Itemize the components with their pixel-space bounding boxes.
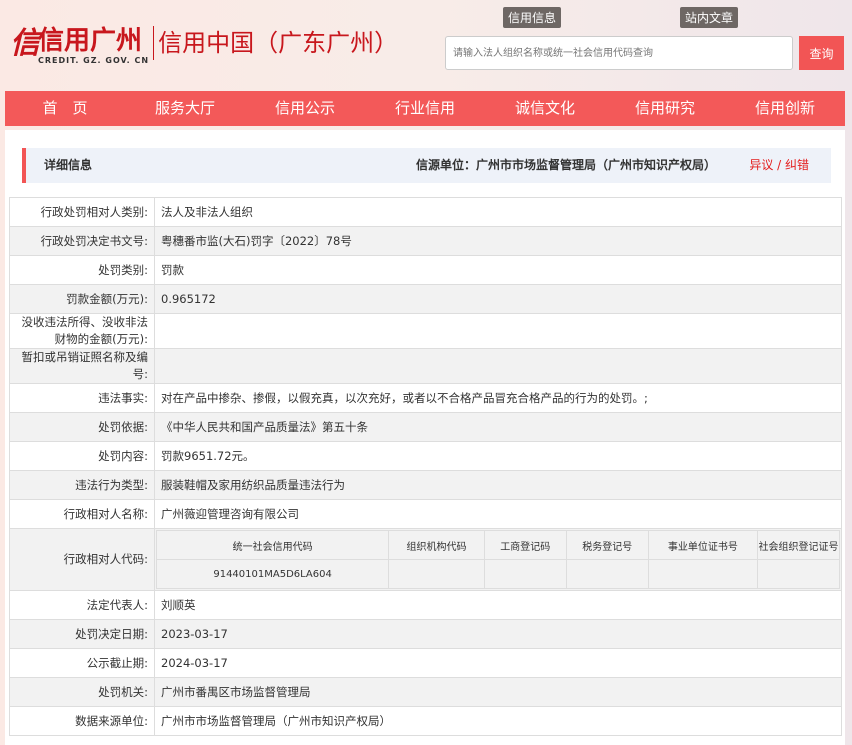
code-header: 组织机构代码 — [388, 530, 485, 560]
row-value: 广州市番禺区市场监督管理局 — [154, 677, 842, 707]
nav-service-hall[interactable]: 服务大厅 — [125, 91, 245, 126]
detail-title: 详细信息 — [44, 158, 93, 172]
search-button[interactable]: 查询 — [799, 36, 844, 70]
table-row: 处罚内容: 罚款9651.72元。 — [9, 441, 842, 471]
nav-home[interactable]: 首 页 — [5, 91, 125, 126]
code-value — [483, 559, 567, 589]
detail-header: 详细信息 信源单位：广州市市场监督管理局（广州市知识产权局） 异议 / 纠错 — [22, 148, 831, 183]
code-value: 91440101MA5D6LA604 — [155, 559, 390, 589]
logo-cn-text: 信用中国（广东广州） — [158, 29, 399, 57]
table-row: 违法事实: 对在产品中掺杂、掺假，以假充真，以次充好，或者以不合格产品冒充合格产品… — [9, 383, 842, 413]
row-value: 《中华人民共和国产品质量法》第五十条 — [154, 412, 842, 442]
code-header: 事业单位证书号 — [647, 530, 759, 560]
row-value: 0.965172 — [154, 284, 842, 314]
code-header: 统一社会信用代码 — [155, 530, 390, 560]
row-label: 罚款金额(万元): — [9, 284, 155, 314]
table-row: 处罚机关: 广州市番禺区市场监督管理局 — [9, 677, 842, 707]
nav-credit-publicity[interactable]: 信用公示 — [245, 91, 365, 126]
nav-credit-innovation[interactable]: 信用创新 — [725, 91, 845, 126]
row-label: 违法事实: — [9, 383, 155, 413]
row-value: 广州市市场监督管理局（广州市知识产权局） — [154, 706, 842, 736]
row-value: 刘顺英 — [154, 590, 842, 620]
table-row: 暂扣或吊销证照名称及编号: — [9, 348, 842, 384]
row-value: 对在产品中掺杂、掺假，以假充真，以次充好，或者以不合格产品冒充合格产品的行为的处… — [154, 383, 842, 413]
row-value: 粤穗番市监(大石)罚字〔2022〕78号 — [154, 226, 842, 256]
nav-industry-credit[interactable]: 行业信用 — [365, 91, 485, 126]
objection-link[interactable]: 异议 / 纠错 — [749, 148, 809, 183]
table-row: 没收违法所得、没收非法财物的金额(万元): — [9, 313, 842, 349]
table-row: 处罚依据: 《中华人民共和国产品质量法》第五十条 — [9, 412, 842, 442]
table-row: 行政相对人代码: 统一社会信用代码 组织机构代码 工商登记码 税务登记号 事业单… — [9, 528, 842, 591]
code-value — [757, 559, 840, 589]
code-header: 税务登记号 — [565, 530, 649, 560]
row-value: 罚款9651.72元。 — [154, 441, 842, 471]
main-nav: 首 页 服务大厅 信用公示 行业信用 诚信文化 信用研究 信用创新 — [5, 91, 845, 126]
logo-main-text: 信用广州 — [38, 26, 143, 56]
code-header: 工商登记码 — [483, 530, 567, 560]
row-value — [154, 313, 842, 349]
logo-domain: CREDIT. GZ. GOV. CN — [38, 56, 150, 65]
table-row: 处罚决定日期: 2023-03-17 — [9, 619, 842, 649]
row-label: 处罚内容: — [9, 441, 155, 471]
row-label: 处罚依据: — [9, 412, 155, 442]
code-value — [565, 559, 649, 589]
table-row: 行政处罚相对人类别: 法人及非法人组织 — [9, 197, 842, 227]
row-label: 暂扣或吊销证照名称及编号: — [9, 348, 155, 384]
table-row: 违法行为类型: 服装鞋帽及家用纺织品质量违法行为 — [9, 470, 842, 500]
code-value — [647, 559, 759, 589]
row-label: 行政处罚决定书文号: — [9, 226, 155, 256]
site-logo[interactable]: 信 信用广州 CREDIT. GZ. GOV. CN 信用中国（广东广州） — [10, 24, 398, 65]
row-label: 行政相对人代码: — [9, 528, 155, 591]
table-row: 行政处罚决定书文号: 粤穗番市监(大石)罚字〔2022〕78号 — [9, 226, 842, 256]
row-value: 广州薇迎管理咨询有限公司 — [154, 499, 842, 529]
row-label: 没收违法所得、没收非法财物的金额(万元): — [9, 313, 155, 349]
detail-table: 行政处罚相对人类别: 法人及非法人组织 行政处罚决定书文号: 粤穗番市监(大石)罚字… — [9, 197, 842, 736]
search-input[interactable] — [445, 36, 793, 70]
row-label: 处罚决定日期: — [9, 619, 155, 649]
row-label: 法定代表人: — [9, 590, 155, 620]
logo-divider — [153, 26, 155, 60]
row-label: 行政相对人名称: — [9, 499, 155, 529]
row-value: 服装鞋帽及家用纺织品质量违法行为 — [154, 470, 842, 500]
table-row: 处罚类别: 罚款 — [9, 255, 842, 285]
table-row: 行政相对人名称: 广州薇迎管理咨询有限公司 — [9, 499, 842, 529]
row-label: 公示截止期: — [9, 648, 155, 678]
source-unit: 信源单位：广州市市场监督管理局（广州市知识产权局） — [415, 158, 716, 172]
nav-credit-research[interactable]: 信用研究 — [605, 91, 725, 126]
code-cell: 统一社会信用代码 组织机构代码 工商登记码 税务登记号 事业单位证书号 社会组织… — [154, 528, 842, 591]
table-row: 罚款金额(万元): 0.965172 — [9, 284, 842, 314]
row-label: 违法行为类型: — [9, 470, 155, 500]
nav-integrity-culture[interactable]: 诚信文化 — [485, 91, 605, 126]
row-value: 2024-03-17 — [154, 648, 842, 678]
row-label: 处罚类别: — [9, 255, 155, 285]
row-value: 法人及非法人组织 — [154, 197, 842, 227]
tab-site-articles[interactable]: 站内文章 — [680, 7, 739, 28]
row-label: 数据来源单位: — [9, 706, 155, 736]
tab-credit-info[interactable]: 信用信息 — [503, 7, 562, 28]
row-value: 罚款 — [154, 255, 842, 285]
row-label: 处罚机关: — [9, 677, 155, 707]
table-row: 公示截止期: 2024-03-17 — [9, 648, 842, 678]
table-row: 数据来源单位: 广州市市场监督管理局（广州市知识产权局） — [9, 706, 842, 736]
code-value — [388, 559, 485, 589]
code-table: 统一社会信用代码 组织机构代码 工商登记码 税务登记号 事业单位证书号 社会组织… — [155, 530, 840, 589]
table-row: 法定代表人: 刘顺英 — [9, 590, 842, 620]
row-value — [154, 348, 842, 384]
code-header: 社会组织登记证号 — [757, 530, 840, 560]
row-value: 2023-03-17 — [154, 619, 842, 649]
logo-mark-icon: 信 — [10, 26, 40, 61]
row-label: 行政处罚相对人类别: — [9, 197, 155, 227]
